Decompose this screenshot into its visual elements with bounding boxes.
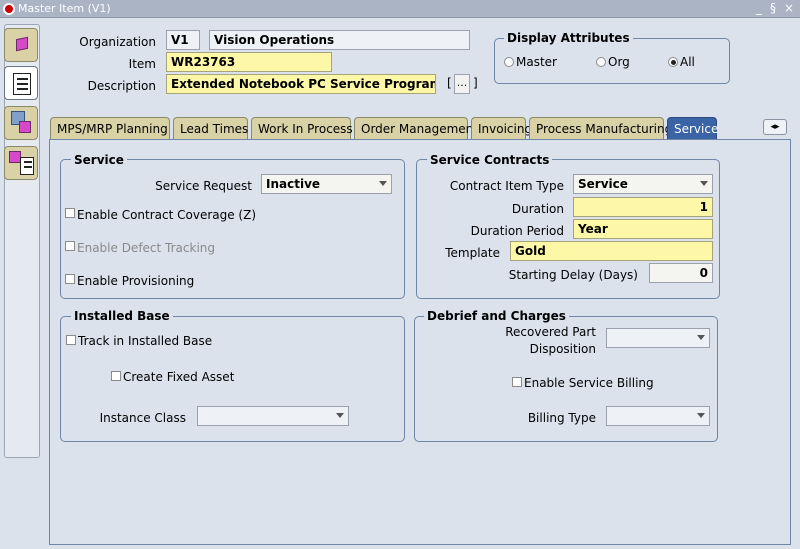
create-fixed-asset-label: Create Fixed Asset <box>123 370 235 384</box>
tab-mps-mrp-planning[interactable]: MPS/MRP Planning <box>50 117 170 139</box>
item-field[interactable]: WR23763 <box>166 52 332 72</box>
track-installed-base-checkbox[interactable] <box>66 335 76 345</box>
description-field[interactable]: Extended Notebook PC Service Program (Go… <box>166 74 436 94</box>
window-title: Master Item (V1) <box>18 2 111 15</box>
radio-all[interactable] <box>668 57 678 67</box>
description-label: Description <box>87 79 156 93</box>
list-icon <box>20 157 34 175</box>
radio-all-label: All <box>680 55 695 69</box>
item-label: Item <box>128 57 156 71</box>
item-list-button[interactable] <box>4 66 38 100</box>
chevron-down-icon <box>697 335 705 340</box>
template-label: Template <box>445 246 500 260</box>
duration-period-field[interactable]: Year <box>573 219 713 239</box>
installed-base-title: Installed Base <box>71 309 173 323</box>
service-request-value: Inactive <box>266 177 321 191</box>
description-edit-button[interactable]: ... <box>454 74 470 94</box>
tab-service[interactable]: Service <box>667 117 718 139</box>
template-field[interactable]: Gold <box>510 241 713 261</box>
disposition-label: Disposition <box>529 342 596 356</box>
chevron-down-icon <box>336 413 344 418</box>
organization-label: Organization <box>79 35 156 49</box>
bracket-open: [ <box>447 76 452 90</box>
service-contracts-title: Service Contracts <box>427 153 553 167</box>
duration-period-label: Duration Period <box>470 224 564 238</box>
instance-class-label: Instance Class <box>99 411 186 425</box>
title-bar: Master Item (V1) _ § × <box>0 0 800 18</box>
categories-button[interactable] <box>4 146 38 180</box>
contract-item-type-label: Contract Item Type <box>449 179 564 193</box>
cube-icon <box>19 121 31 133</box>
instance-class-select[interactable] <box>197 406 349 426</box>
item-attributes-button[interactable] <box>4 28 38 62</box>
display-attributes-title: Display Attributes <box>504 31 633 45</box>
enable-contract-coverage-label: Enable Contract Coverage (Z) <box>77 208 257 222</box>
enable-defect-tracking-checkbox[interactable] <box>65 241 75 251</box>
debrief-charges-title: Debrief and Charges <box>424 309 569 323</box>
service-request-select[interactable]: Inactive <box>261 174 392 194</box>
starting-delay-field[interactable]: 0 <box>649 263 713 283</box>
tab-lead-times[interactable]: Lead Times <box>173 117 248 139</box>
enable-contract-coverage-checkbox[interactable] <box>65 208 75 218</box>
list-icon <box>13 73 31 95</box>
billing-type-label: Billing Type <box>527 411 596 425</box>
organization-assignment-button[interactable] <box>4 106 38 140</box>
tab-process-manufacturing[interactable]: Process Manufacturing <box>529 117 672 139</box>
enable-service-billing-label: Enable Service Billing <box>524 376 654 390</box>
tab-scroll-button[interactable]: ◂▸ <box>763 119 787 135</box>
duration-label: Duration <box>511 202 564 216</box>
contract-item-type-value: Service <box>578 177 628 191</box>
organization-code-field[interactable]: V1 <box>166 30 200 50</box>
enable-provisioning-checkbox[interactable] <box>65 274 75 284</box>
starting-delay-label: Starting Delay (Days) <box>508 268 638 282</box>
create-fixed-asset-checkbox[interactable] <box>111 371 121 381</box>
restore-button[interactable]: § <box>770 1 776 15</box>
contract-item-type-select[interactable]: Service <box>573 174 713 194</box>
service-request-label: Service Request <box>155 179 252 193</box>
recovered-part-disposition-select[interactable] <box>606 328 710 348</box>
organization-name-field[interactable]: Vision Operations <box>209 30 470 50</box>
service-group-title: Service <box>71 153 127 167</box>
bracket-close: ] <box>473 76 478 90</box>
chevron-down-icon <box>379 181 387 186</box>
chevron-down-icon <box>700 181 708 186</box>
enable-service-billing-checkbox[interactable] <box>512 377 522 387</box>
tab-work-in-process[interactable]: Work In Process <box>251 117 353 139</box>
billing-type-select[interactable] <box>606 406 710 426</box>
enable-provisioning-label: Enable Provisioning <box>77 274 195 288</box>
radio-org-label: Org <box>608 55 630 69</box>
enable-defect-tracking-label: Enable Defect Tracking <box>77 241 215 255</box>
track-installed-base-label: Track in Installed Base <box>78 334 213 348</box>
tab-order-management[interactable]: Order Management <box>354 117 478 139</box>
duration-field[interactable]: 1 <box>573 197 713 217</box>
radio-master-label: Master <box>516 55 557 69</box>
chevron-down-icon <box>697 413 705 418</box>
minimize-button[interactable]: _ <box>756 1 762 15</box>
radio-org[interactable] <box>596 57 606 67</box>
close-button[interactable]: × <box>784 1 794 15</box>
oracle-logo-icon <box>3 3 15 15</box>
tab-invoicing[interactable]: Invoicing <box>471 117 532 139</box>
radio-master[interactable] <box>504 57 514 67</box>
cube-icon <box>16 36 28 52</box>
recovered-part-label: Recovered Part <box>505 325 596 339</box>
